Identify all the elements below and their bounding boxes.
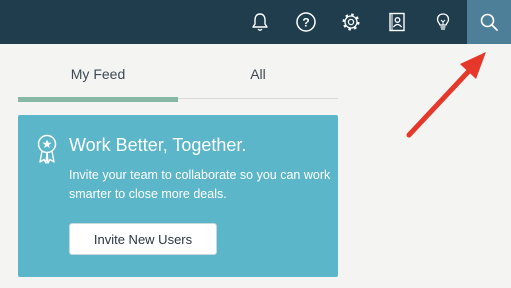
gear-icon xyxy=(342,13,360,31)
active-tab-indicator xyxy=(18,97,178,102)
annotation-arrow xyxy=(406,52,486,138)
top-navigation-bar: ? xyxy=(0,0,511,44)
tab-all[interactable]: All xyxy=(178,44,338,103)
ideas-button[interactable] xyxy=(423,0,463,44)
promo-description: Invite your team to collaborate so you c… xyxy=(69,168,331,201)
search-icon xyxy=(480,13,498,31)
settings-button[interactable] xyxy=(331,0,371,44)
help-icon: ? xyxy=(296,12,316,32)
invite-new-users-button[interactable]: Invite New Users xyxy=(69,223,217,255)
contacts-button[interactable] xyxy=(377,0,417,44)
help-glyph: ? xyxy=(302,16,309,30)
search-button[interactable] xyxy=(467,0,511,44)
notifications-button[interactable] xyxy=(240,0,280,44)
tab-my-feed[interactable]: My Feed xyxy=(18,44,178,103)
award-badge-icon xyxy=(37,134,57,164)
contact-card-icon xyxy=(389,12,405,32)
lightbulb-icon xyxy=(436,13,450,30)
promo-title: Work Better, Together. xyxy=(69,135,247,155)
invite-promo-card: Work Better, Together. Invite your team … xyxy=(18,115,338,277)
help-button[interactable]: ? xyxy=(286,0,326,44)
feed-tabs: My Feed All xyxy=(18,44,338,103)
bell-icon xyxy=(252,13,268,31)
